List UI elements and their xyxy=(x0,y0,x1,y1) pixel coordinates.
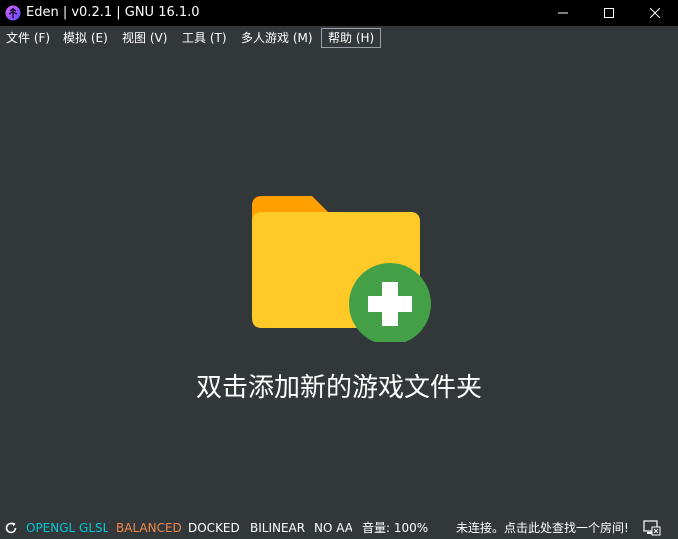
volume-status[interactable]: 音量: 100% xyxy=(362,519,432,537)
menu-view[interactable]: 视图 (V) xyxy=(120,28,169,48)
refresh-icon[interactable] xyxy=(4,521,18,535)
anti-alias-status[interactable]: NO AA xyxy=(314,519,352,537)
add-folder-icon[interactable] xyxy=(250,192,440,342)
maximize-icon xyxy=(604,8,614,18)
minimize-button[interactable] xyxy=(540,0,586,26)
network-status-icon[interactable] xyxy=(643,520,661,536)
minimize-icon xyxy=(558,12,568,14)
close-button[interactable] xyxy=(632,0,678,26)
room-status[interactable]: 未连接。点击此处查找一个房间! xyxy=(456,519,636,537)
status-bar: OPENGL GLSL BALANCED DOCKED BILINEAR NO … xyxy=(0,517,678,539)
renderer-status[interactable]: OPENGL GLSL xyxy=(26,519,108,537)
empty-game-list-message[interactable]: 双击添加新的游戏文件夹 xyxy=(0,368,678,408)
menu-bar: 文件 (F) 模拟 (E) 视图 (V) 工具 (T) 多人游戏 (M) 帮助 … xyxy=(0,26,678,50)
maximize-button[interactable] xyxy=(586,0,632,26)
title-bar: Eden | v0.2.1 | GNU 16.1.0 xyxy=(0,0,678,26)
dock-mode-status[interactable]: DOCKED xyxy=(188,519,242,537)
menu-help[interactable]: 帮助 (H) xyxy=(321,28,382,48)
menu-tools[interactable]: 工具 (T) xyxy=(180,28,229,48)
menu-multiplayer[interactable]: 多人游戏 (M) xyxy=(239,28,315,48)
gpu-accuracy-status[interactable]: BALANCED xyxy=(116,519,182,537)
menu-file[interactable]: 文件 (F) xyxy=(4,28,52,48)
eden-logo-icon xyxy=(5,5,21,21)
menu-emulation[interactable]: 模拟 (E) xyxy=(61,28,110,48)
filter-status[interactable]: BILINEAR xyxy=(250,519,306,537)
close-icon xyxy=(650,8,660,18)
window-title: Eden | v0.2.1 | GNU 16.1.0 xyxy=(26,5,200,20)
